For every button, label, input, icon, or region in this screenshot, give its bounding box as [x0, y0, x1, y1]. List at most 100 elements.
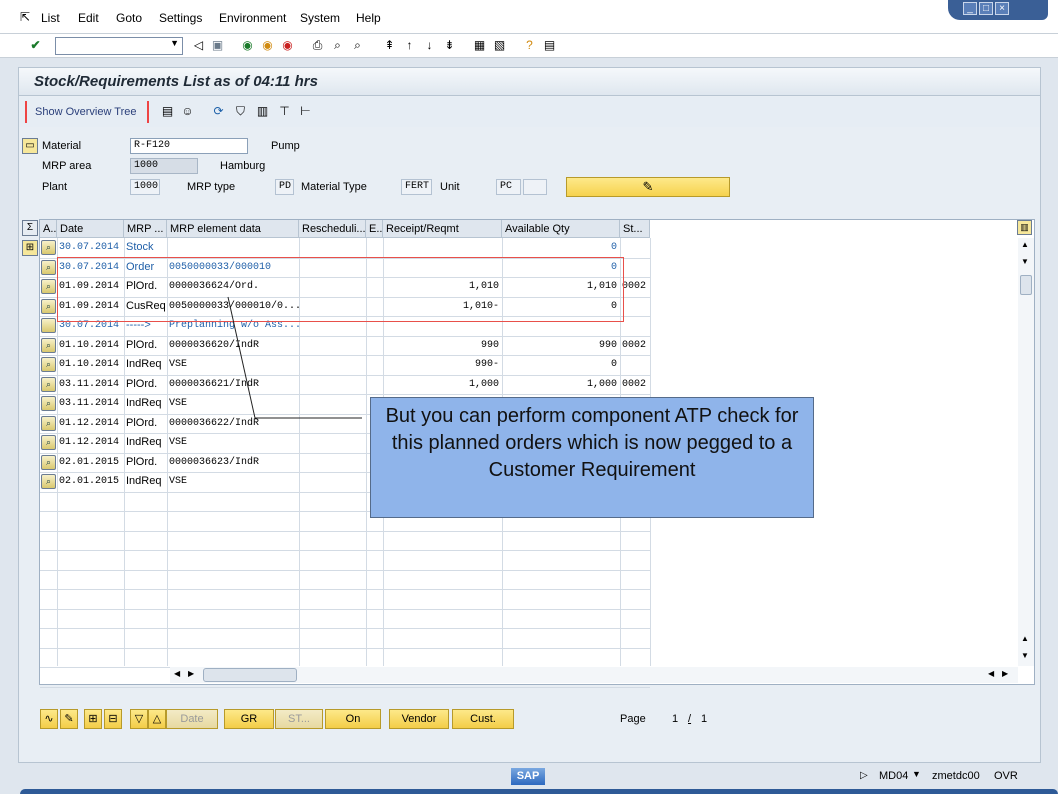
row-detail-icon[interactable]: ⌕ [41, 240, 56, 255]
scroll-up-icon[interactable]: ▲ [1021, 634, 1029, 643]
row-detail-icon[interactable]: ⌕ [41, 377, 56, 392]
cust-button[interactable]: Cust. [452, 709, 514, 729]
first-page-icon[interactable]: ⇞ [382, 38, 397, 53]
menu-edit[interactable]: Edit [78, 11, 99, 25]
scroll-down-icon[interactable]: ▼ [1021, 257, 1029, 266]
row-detail-icon[interactable]: ⌕ [41, 474, 56, 489]
print-icon[interactable]: ⎙ [310, 38, 325, 53]
col-header-date[interactable]: Date [57, 220, 124, 238]
scroll-left-icon[interactable]: ◀ [174, 669, 180, 678]
cancel-icon[interactable]: ◉ [280, 38, 295, 53]
chevron-down-icon[interactable]: ▼ [912, 769, 921, 779]
row-detail-icon[interactable]: ⌕ [41, 396, 56, 411]
col-header-receipt-reqmt[interactable]: Receipt/Reqmt [383, 220, 502, 238]
back-icon[interactable]: ◉ [240, 38, 255, 53]
collapse-tree-icon[interactable]: ⊟ [104, 709, 122, 729]
last-page-icon[interactable]: ⇟ [442, 38, 457, 53]
col-header-mrp-element-data[interactable]: MRP element data [167, 220, 299, 238]
row-detail-icon[interactable]: ⌕ [41, 455, 56, 470]
col-header-mrp-element[interactable]: MRP ... [124, 220, 167, 238]
sort-down-icon[interactable]: ▽ [130, 709, 148, 729]
horizontal-scroll-thumb[interactable] [203, 668, 297, 682]
col-header-available-qty[interactable]: Available Qty [502, 220, 620, 238]
row-detail-icon[interactable]: ⌕ [41, 299, 56, 314]
refresh-icon[interactable]: ⟳ [211, 104, 226, 119]
row-detail-icon[interactable]: ⌕ [41, 357, 56, 372]
material-field[interactable]: R-F120 [130, 138, 248, 154]
sort-up-icon[interactable]: △ [148, 709, 166, 729]
graph-icon[interactable]: ∿ [40, 709, 58, 729]
menu-system[interactable]: System [300, 11, 340, 25]
pencil-icon[interactable]: ✎ [60, 709, 78, 729]
select-icon[interactable]: ⊤ [277, 104, 292, 119]
back-arrow-icon[interactable]: ◁ [191, 38, 206, 53]
save-icon[interactable]: ▣ [210, 38, 225, 53]
maximize-icon[interactable]: □ [979, 2, 993, 15]
cell-data: VSE [169, 398, 188, 409]
menu-exit-icon[interactable]: ⇱ [20, 10, 30, 24]
next-page-icon[interactable]: ↓ [422, 38, 437, 53]
cell-receipt: 990 [480, 340, 499, 351]
exit-icon[interactable]: ◉ [260, 38, 275, 53]
header-detail-icon[interactable]: ⊞ [22, 240, 38, 256]
show-overview-tree-button[interactable]: Show Overview Tree [25, 101, 149, 123]
scroll-down-icon[interactable]: ▼ [1021, 651, 1029, 660]
enter-check-icon[interactable]: ✔ [28, 38, 43, 53]
status-play-icon[interactable]: ▷ [860, 770, 868, 781]
col-header-exception[interactable]: E... [366, 220, 383, 238]
date-button[interactable]: Date [166, 709, 218, 729]
scroll-thumb[interactable] [1020, 275, 1032, 295]
prev-page-icon[interactable]: ↑ [402, 38, 417, 53]
mrp-type-label: MRP type [187, 181, 236, 193]
mrp-area-field[interactable]: 1000 [130, 158, 198, 174]
gr-button[interactable]: GR [224, 709, 274, 729]
scroll-up-icon[interactable]: ▲ [1021, 240, 1029, 249]
scroll-right-icon[interactable]: ▶ [188, 669, 194, 678]
help-icon[interactable]: ? [522, 38, 537, 53]
col-header-rescheduling[interactable]: Rescheduli... [299, 220, 366, 238]
chevron-down-icon[interactable]: ▼ [170, 38, 179, 48]
find-next-icon[interactable]: ⌕ [350, 38, 365, 53]
hierarchy-icon[interactable]: ⊢ [298, 104, 313, 119]
cell-receipt: 1,000 [468, 379, 499, 390]
layout-icon[interactable]: ▤ [542, 38, 557, 53]
row-detail-icon[interactable]: ⌕ [41, 279, 56, 294]
menu-list[interactable]: List [41, 11, 60, 25]
col-header-a[interactable]: A... [40, 220, 57, 238]
person-icon[interactable]: ☺ [180, 104, 195, 119]
minimize-icon[interactable]: _ [963, 2, 977, 15]
vertical-scrollbar[interactable]: ▲ ▼ ▲ ▼ [1018, 238, 1034, 666]
menu-settings[interactable]: Settings [159, 11, 202, 25]
edit-pencil-button[interactable]: ✎ [566, 177, 730, 197]
menu-help[interactable]: Help [356, 11, 381, 25]
row-detail-icon[interactable]: ⌕ [41, 416, 56, 431]
material-label: Material [42, 140, 82, 152]
menu-environment[interactable]: Environment [219, 11, 286, 25]
command-field[interactable]: ▼ [55, 37, 183, 55]
scroll-left-icon[interactable]: ◀ [988, 669, 994, 678]
cell-data: VSE [169, 437, 188, 448]
select-all-icon[interactable]: Σ [22, 220, 38, 236]
expand-tree-icon[interactable]: ⊞ [84, 709, 102, 729]
vendor-button[interactable]: Vendor [389, 709, 449, 729]
find-icon[interactable]: ⌕ [330, 38, 345, 53]
row-detail-icon[interactable]: ⌕ [41, 338, 56, 353]
filter-icon[interactable]: ⛉ [233, 104, 248, 119]
row-detail-icon[interactable]: ⌕ [41, 260, 56, 275]
scroll-right-icon[interactable]: ▶ [1002, 669, 1008, 678]
material-detail-icon[interactable]: ▭ [22, 138, 38, 154]
on-button[interactable]: On [325, 709, 381, 729]
new-session-icon[interactable]: ▦ [472, 38, 487, 53]
close-icon[interactable]: × [995, 2, 1009, 15]
copy-icon[interactable]: ▤ [160, 104, 175, 119]
menu-goto[interactable]: Goto [116, 11, 142, 25]
list-icon[interactable]: ▥ [255, 104, 270, 119]
cell-st [620, 258, 650, 277]
st-button[interactable]: ST... [275, 709, 323, 729]
column-settings-icon[interactable]: ▥ [1017, 220, 1032, 235]
horizontal-scrollbar[interactable]: ◀ ▶ ◀ ▶ [170, 667, 1018, 683]
col-header-storage[interactable]: St... [620, 220, 650, 238]
row-detail-icon[interactable]: ⌕ [41, 435, 56, 450]
shortcut-icon[interactable]: ▧ [492, 38, 507, 53]
row-detail-icon[interactable] [41, 318, 56, 333]
